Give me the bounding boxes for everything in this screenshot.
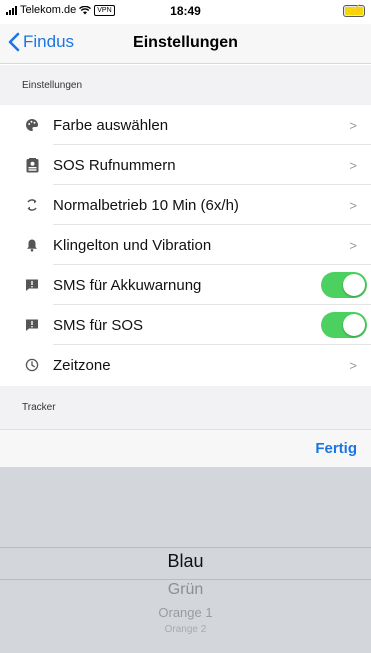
row-label: SMS für SOS (53, 316, 144, 334)
toggle-knob (343, 314, 365, 336)
row-label: Klingelton und Vibration (53, 236, 212, 254)
color-picker-wheel[interactable]: Blau Grün Orange 1 Orange 2 (0, 467, 371, 653)
palette-icon (24, 117, 40, 133)
row-label: Zeitzone (53, 356, 111, 374)
done-button[interactable]: Fertig (315, 440, 357, 457)
contact-card-icon (24, 157, 40, 173)
picker-option-selected[interactable]: Blau (0, 551, 371, 572)
refresh-icon (24, 197, 40, 213)
row-farbe-auswaehlen[interactable]: Farbe auswählen > (0, 105, 371, 145)
row-label: Farbe auswählen (53, 116, 169, 134)
picker-selection-line-top (0, 547, 371, 548)
picker-option[interactable]: Grün (0, 581, 371, 599)
row-label: SOS Rufnummern (53, 156, 176, 174)
picker-toolbar: Fertig (0, 429, 371, 467)
sms-akkuwarnung-toggle[interactable] (321, 272, 367, 298)
chevron-right-icon: > (349, 197, 357, 213)
picker-option[interactable]: Orange 1 (0, 605, 371, 620)
section-header-label: Tracker (22, 402, 56, 413)
status-bar: Telekom.de VPN 18:49 ⚡ (0, 0, 371, 22)
row-klingelton[interactable]: Klingelton und Vibration > (0, 225, 371, 265)
battery-icon: ⚡ (343, 5, 365, 17)
message-alert-icon (24, 277, 40, 293)
section-header-settings: Einstellungen (0, 65, 371, 105)
message-alert-icon (24, 317, 40, 333)
bell-icon (24, 237, 40, 253)
page-title: Einstellungen (133, 34, 238, 51)
status-time: 18:49 (170, 4, 201, 18)
chevron-right-icon: > (349, 117, 357, 133)
picker-option[interactable]: Orange 2 (0, 624, 371, 635)
chevron-right-icon: > (349, 237, 357, 253)
row-sms-akkuwarnung: SMS für Akkuwarnung (0, 265, 371, 305)
row-zeitzone[interactable]: Zeitzone > (0, 345, 371, 385)
toggle-knob (343, 274, 365, 296)
picker-selection-line-bottom (0, 579, 371, 580)
section-header-label: Einstellungen (22, 79, 83, 91)
row-label: Normalbetrieb 10 Min (6x/h) (53, 196, 239, 214)
row-label: SMS für Akkuwarnung (53, 276, 202, 294)
section-header-tracker: Tracker (0, 386, 371, 429)
row-sms-sos: SMS für SOS (0, 305, 371, 345)
clock-icon (24, 357, 40, 373)
chevron-right-icon: > (349, 357, 357, 373)
row-normalbetrieb[interactable]: Normalbetrieb 10 Min (6x/h) > (0, 185, 371, 225)
sms-sos-toggle[interactable] (321, 312, 367, 338)
navigation-bar: Findus Einstellungen (0, 24, 371, 64)
row-sos-rufnummern[interactable]: SOS Rufnummern > (0, 145, 371, 185)
chevron-right-icon: > (349, 157, 357, 173)
